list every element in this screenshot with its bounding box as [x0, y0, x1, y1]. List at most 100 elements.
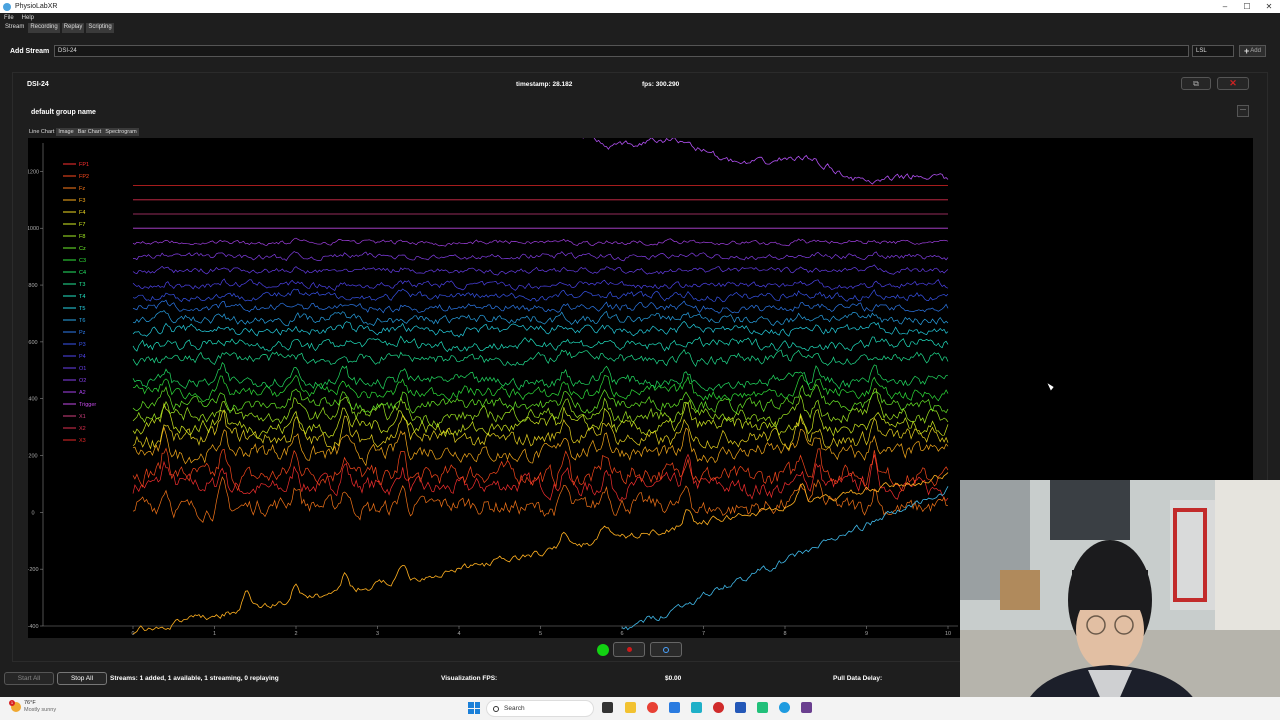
visualization-fps-value: $0.00	[665, 675, 682, 682]
windows-taskbar: 1 76°F Mostly sunny Search	[0, 697, 1280, 720]
chrome-icon[interactable]	[647, 702, 658, 713]
legend-entry: A2	[79, 390, 86, 396]
word-icon[interactable]	[735, 702, 746, 713]
y-tick-label: -200	[28, 567, 39, 573]
series-line-t4	[132, 335, 949, 353]
x-tick-label: 4	[457, 631, 460, 637]
series-line-f7	[132, 402, 949, 439]
minimize-icon: —	[1240, 107, 1246, 113]
collapse-group-button[interactable]: —	[1237, 105, 1249, 117]
settings-icon	[663, 646, 669, 653]
y-tick-label: 0	[31, 510, 34, 516]
add-stream-label: Add Stream	[10, 47, 50, 55]
y-tick-label: 400	[28, 397, 37, 403]
legend-entry: F4	[79, 210, 85, 216]
y-tick-label: 1200	[28, 169, 39, 175]
edge-icon[interactable]	[779, 702, 790, 713]
extra-series-line	[580, 134, 949, 185]
notification-badge: 1	[9, 700, 15, 706]
legend-entry: Cz	[79, 246, 86, 252]
slack-icon[interactable]	[801, 702, 812, 713]
store-icon[interactable]	[669, 702, 680, 713]
start-all-button[interactable]: Start All	[4, 672, 54, 685]
windows-start-icon[interactable]	[468, 702, 480, 714]
legend-entry: Fz	[79, 186, 85, 192]
y-tick-label: -400	[28, 624, 39, 630]
weather-temp: 76°F	[24, 700, 36, 706]
file-explorer-icon[interactable]	[625, 702, 636, 713]
maximize-button[interactable]: ☐	[1236, 2, 1258, 11]
visualization-fps-label: Visualization FPS:	[441, 675, 498, 682]
series-line-fz	[132, 476, 949, 523]
legend-entry: F7	[79, 222, 85, 228]
menu-help[interactable]: Help	[22, 15, 34, 21]
stream-name: DSI-24	[27, 81, 49, 88]
series-line-t3	[132, 348, 949, 368]
stop-all-button[interactable]: Stop All	[57, 672, 107, 685]
series-line-o1	[132, 264, 949, 276]
series-line-t5	[132, 320, 949, 338]
y-tick-label: 200	[28, 454, 37, 460]
record-button[interactable]	[613, 642, 645, 657]
x-tick-label: 0	[131, 631, 134, 637]
task-view-icon[interactable]	[602, 702, 613, 713]
stream-name-input[interactable]: DSI-24	[54, 45, 1189, 57]
stream-settings-button[interactable]	[650, 642, 682, 657]
tab-image[interactable]: Image	[56, 128, 76, 136]
x-tick-label: 6	[620, 631, 623, 637]
y-tick-label: 600	[28, 340, 37, 346]
legend-entry: T4	[79, 294, 85, 300]
series-line-p3	[132, 288, 949, 303]
search-label: Search	[504, 705, 525, 712]
weather-sun-icon: 1	[9, 700, 21, 712]
tab-scripting[interactable]: Scripting	[86, 23, 114, 33]
legend-entry: FP1	[79, 162, 89, 168]
stream-interface-select[interactable]: LSL	[1192, 45, 1234, 57]
terminal-icon[interactable]	[691, 702, 702, 713]
tab-spectrogram[interactable]: Spectrogram	[103, 128, 139, 136]
legend-entry: X1	[79, 414, 86, 420]
close-icon: ✕	[1229, 78, 1237, 88]
legend-entry: Pz	[79, 330, 86, 336]
x-tick-label: 3	[376, 631, 379, 637]
close-window-button[interactable]: ✕	[1258, 2, 1280, 11]
legend-entry: T6	[79, 318, 85, 324]
app-logo-icon	[3, 2, 11, 11]
plus-icon: +	[1244, 46, 1250, 56]
pycharm-icon[interactable]	[757, 702, 768, 713]
window-title: PhysioLabXR	[15, 3, 58, 10]
minimize-button[interactable]: –	[1214, 2, 1236, 11]
remove-stream-button[interactable]: ✕	[1217, 77, 1249, 90]
window-controls: – ☐ ✕	[1214, 2, 1280, 11]
add-stream-row: Add Stream DSI-24 LSL + Add	[0, 42, 1280, 60]
tab-recording[interactable]: Recording	[28, 23, 60, 33]
series-line-pz	[132, 299, 949, 314]
series-line-o2	[133, 251, 949, 262]
webcam-image	[960, 480, 1280, 720]
tab-bar-chart[interactable]: Bar Chart	[75, 128, 104, 136]
x-tick-label: 8	[783, 631, 786, 637]
x-tick-label: 2	[294, 631, 297, 637]
group-name: default group name	[31, 109, 96, 116]
pop-out-button[interactable]: ⧉	[1181, 77, 1211, 90]
x-tick-label: 9	[865, 631, 868, 637]
x-tick-label: 10	[945, 631, 951, 637]
tab-stream[interactable]: Stream	[3, 23, 26, 33]
legend-entry: P4	[79, 354, 86, 360]
legend-entry: P3	[79, 342, 86, 348]
menu-file[interactable]: File	[4, 15, 14, 21]
add-stream-button[interactable]: + Add	[1239, 45, 1266, 57]
legend-entry: F8	[79, 234, 85, 240]
app-icon[interactable]	[713, 702, 724, 713]
legend-entry: F3	[79, 198, 85, 204]
tab-line-chart[interactable]: Line Chart	[27, 128, 57, 136]
weather-widget[interactable]: 1 76°F Mostly sunny	[9, 700, 56, 714]
connection-status-indicator	[597, 644, 609, 656]
series-line-fp1	[132, 453, 949, 502]
taskbar-search[interactable]: Search	[486, 700, 594, 717]
webcam-overlay	[960, 480, 1280, 720]
legend-entry: O2	[79, 378, 86, 384]
legend-entry: C3	[79, 258, 86, 264]
tab-replay[interactable]: Replay	[61, 23, 85, 33]
legend-entry: X2	[79, 426, 86, 432]
